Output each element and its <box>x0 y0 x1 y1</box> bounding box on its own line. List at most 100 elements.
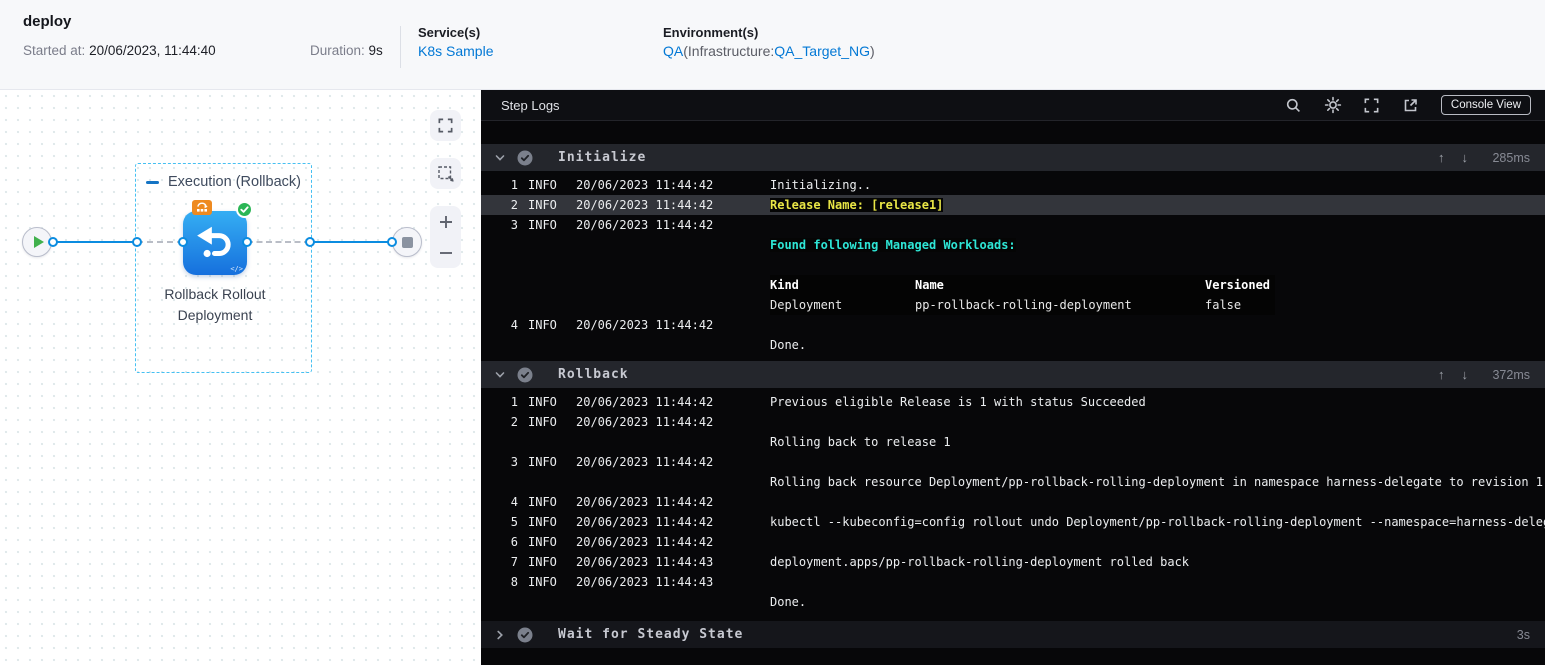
log-timestamp: 20/06/2023 11:44:42 <box>576 198 714 212</box>
scroll-to-bottom-button[interactable]: ↓ <box>1462 150 1469 165</box>
fit-view-button[interactable] <box>430 110 461 141</box>
chevron-down-icon[interactable] <box>494 152 506 164</box>
table-cell: pp-rollback-rolling-deployment <box>915 298 1132 312</box>
marquee-select-icon <box>437 165 454 182</box>
line-number: 1 <box>510 395 518 409</box>
pipeline-canvas[interactable]: Execution (Rollback) </> Rollback Rollou… <box>0 90 481 665</box>
log-level: INFO <box>528 415 557 429</box>
log-level <box>528 255 566 275</box>
section-status-success-icon <box>517 367 533 383</box>
section-title: Initialize <box>558 150 647 165</box>
log-row: 2 INFO 20/06/2023 11:44:42 <box>481 412 1545 432</box>
search-button[interactable] <box>1285 96 1303 114</box>
duration-label: Duration: <box>310 43 365 58</box>
table-header-cell: Name <box>915 278 944 292</box>
marquee-select-button[interactable] <box>430 158 461 189</box>
service-link[interactable]: K8s Sample <box>418 43 493 59</box>
chevron-down-icon[interactable] <box>494 369 506 381</box>
log-message: Done. <box>770 592 1545 612</box>
log-timestamp <box>576 335 770 355</box>
step-type-badge-icon <box>192 200 212 215</box>
log-row: 4 INFO 20/06/2023 11:44:42 <box>481 315 1545 335</box>
log-row: 7 INFO 20/06/2023 11:44:43 deployment.apps/… <box>481 552 1545 572</box>
log-row: Rolling back resource Deployment/pp-roll… <box>481 472 1545 492</box>
log-row <box>481 255 1545 275</box>
started-at-label: Started at: <box>23 43 86 58</box>
duration: Duration: 9s <box>310 43 383 58</box>
log-level <box>528 295 566 315</box>
infrastructure-link[interactable]: QA_Target_NG <box>774 43 870 59</box>
started-at: Started at: 20/06/2023, 11:44:40 <box>23 43 216 58</box>
infrastructure-prefix: (Infrastructure: <box>683 43 775 59</box>
log-timestamp: 20/06/2023 11:44:42 <box>576 535 714 549</box>
log-row: 5 INFO 20/06/2023 11:44:42 kubectl --kubeco… <box>481 512 1545 532</box>
connector-dot <box>132 237 142 247</box>
connector-dot <box>387 237 397 247</box>
line-number: 4 <box>510 495 518 509</box>
section-duration: 285ms <box>1492 150 1530 165</box>
log-section-header[interactable]: Wait for Steady State 3s <box>481 621 1545 648</box>
collapse-stage-icon[interactable] <box>146 180 159 184</box>
log-timestamp: 20/06/2023 11:44:42 <box>576 178 714 192</box>
table-cell: false <box>1205 298 1242 312</box>
console-view-button[interactable]: Console View <box>1440 95 1531 115</box>
log-message <box>770 255 1545 275</box>
log-row: Found following Managed Workloads: <box>481 235 1545 255</box>
duration-value: 9s <box>368 43 383 58</box>
log-text: Release Name: [release1] <box>770 198 944 212</box>
log-level <box>528 472 566 492</box>
line-number <box>481 295 518 315</box>
log-row: 1 INFO 20/06/2023 11:44:42 Previous eligibl… <box>481 392 1545 412</box>
stage-label[interactable]: Execution (Rollback) <box>168 174 301 190</box>
chevron-right-icon[interactable] <box>494 629 506 641</box>
step-label[interactable]: Rollback Rollout Deployment <box>150 284 280 326</box>
table-header-cell: Kind <box>770 278 799 292</box>
open-in-new-icon <box>1405 98 1418 111</box>
log-level <box>528 335 566 355</box>
log-text: Initializing.. <box>770 178 872 192</box>
log-row: 4 INFO 20/06/2023 11:44:42 <box>481 492 1545 512</box>
section-title: Wait for Steady State <box>558 627 744 642</box>
line-number: 7 <box>510 555 518 569</box>
log-timestamp <box>576 592 770 612</box>
scroll-to-bottom-button[interactable]: ↓ <box>1462 367 1469 382</box>
line-number <box>481 255 518 275</box>
log-level: INFO <box>528 535 557 549</box>
log-level: INFO <box>528 218 557 232</box>
log-message <box>770 532 1545 552</box>
open-in-new-tab-button[interactable] <box>1402 96 1420 114</box>
log-message: Previous eligible Release is 1 with stat… <box>770 392 1545 412</box>
log-level: INFO <box>528 575 557 589</box>
edge-start-to-stage <box>53 241 137 243</box>
header-divider <box>400 26 401 68</box>
step-node-rollback-rollout-deployment[interactable]: </> <box>183 211 247 275</box>
step-success-icon <box>236 201 253 218</box>
log-section-header[interactable]: Initialize ↑ ↓ 285ms <box>481 144 1545 171</box>
log-message: deployment.apps/pp-rollback-rolling-depl… <box>770 552 1545 572</box>
log-timestamp: 20/06/2023 11:44:42 <box>576 318 714 332</box>
log-topbar: Step Logs Console View <box>481 90 1545 121</box>
log-panel-title: Step Logs <box>501 97 560 113</box>
log-level <box>528 275 566 295</box>
log-level: INFO <box>528 318 557 332</box>
environment-link[interactable]: QA <box>663 43 683 59</box>
zoom-out-button[interactable] <box>430 239 461 267</box>
log-message: Rolling back resource Deployment/pp-roll… <box>770 472 1545 492</box>
log-timestamp <box>576 235 770 255</box>
zoom-in-button[interactable] <box>430 208 461 236</box>
log-message: kubectl --kubeconfig=config rollout undo… <box>770 512 1545 532</box>
section-duration: 372ms <box>1492 367 1530 382</box>
scroll-to-top-button[interactable]: ↑ <box>1438 150 1445 165</box>
log-fullscreen-button[interactable] <box>1363 96 1381 114</box>
workloads-table-row: Deployment pp-rollback-rolling-deployment… <box>770 295 1275 315</box>
log-settings-button[interactable] <box>1324 96 1342 114</box>
log-section-header[interactable]: Rollback ↑ ↓ 372ms <box>481 361 1545 388</box>
log-section-body: 1 INFO 20/06/2023 11:44:42 Previous eligibl… <box>481 388 1545 618</box>
log-timestamp: 20/06/2023 11:44:42 <box>576 395 714 409</box>
play-icon <box>33 236 44 248</box>
line-number: 1 <box>510 178 518 192</box>
log-message <box>770 492 1545 512</box>
log-message: Done. <box>770 335 1545 355</box>
log-row: Done. <box>481 592 1545 612</box>
scroll-to-top-button[interactable]: ↑ <box>1438 367 1445 382</box>
